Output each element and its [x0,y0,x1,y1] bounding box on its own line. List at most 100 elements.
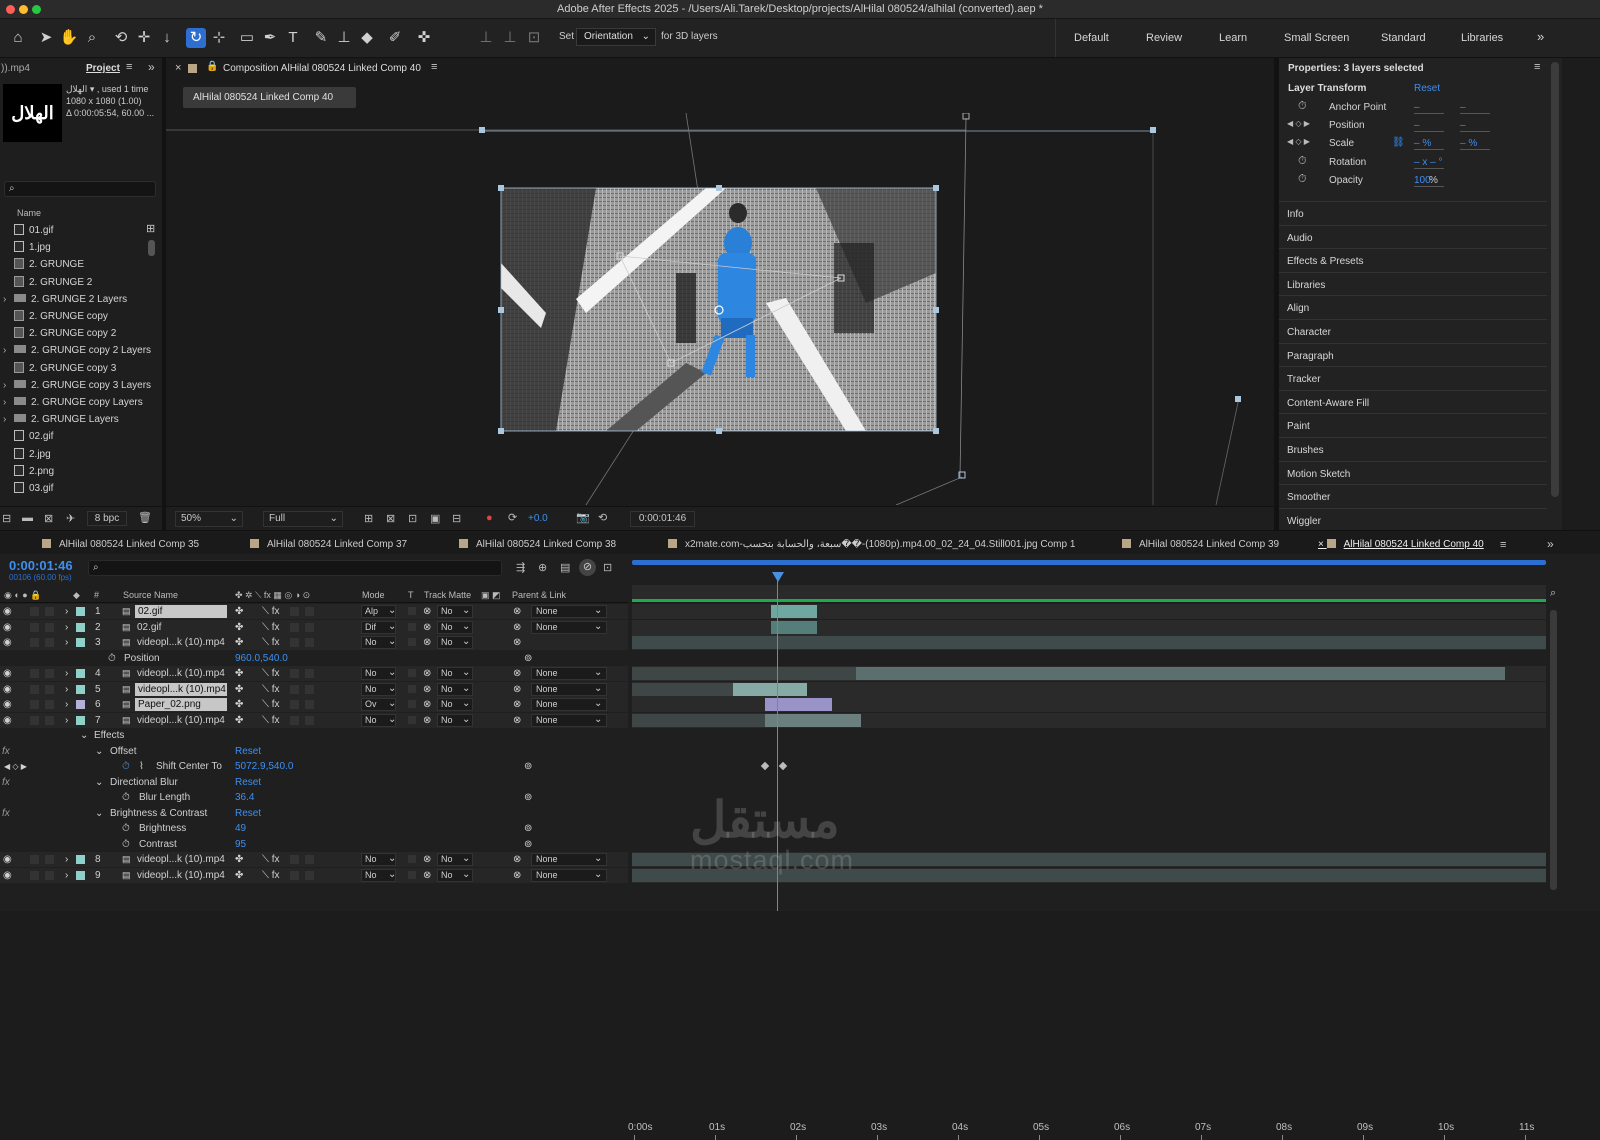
adjustment-switch[interactable] [305,622,314,632]
lock-switch[interactable] [45,855,54,864]
motion-blur-switch[interactable] [290,715,299,725]
adjustment-switch[interactable] [305,607,314,616]
property-row[interactable]: ⏱ Position 960.0,540.0 ⊚ [0,651,628,666]
view-axis-icon[interactable]: ⊡ [524,28,544,48]
parent-pick-whip-icon[interactable]: ⊗ [513,852,521,867]
reset-exposure-icon[interactable]: ⟳ [508,511,517,524]
lock-switch[interactable] [45,715,54,725]
brush-tool-icon[interactable]: ✎ [311,28,331,48]
timeline-tab[interactable]: × AlHilal 080524 Linked Comp 40 [1318,539,1484,550]
minimize-window-icon[interactable] [19,5,28,14]
trash-icon[interactable]: 🗑 [138,511,152,524]
adjustment-switch[interactable] [305,870,314,880]
parent-pick-whip-icon[interactable]: ⊗ [513,868,521,883]
property-row[interactable]: ⏱ Brightness 49 ⊚ [0,821,628,836]
stopwatch-icon[interactable]: ⏱ [1298,155,1307,168]
eraser-tool-icon[interactable]: ◆ [357,28,377,48]
orbit-camera-icon[interactable]: ⟲ [111,28,131,48]
motion-blur-switch[interactable] [290,669,299,678]
label-color-swatch[interactable] [76,684,85,694]
stopwatch-icon[interactable]: ⏱ [1298,173,1307,186]
preserve-transparency-switch[interactable] [408,622,416,631]
preserve-transparency-switch[interactable] [408,684,416,693]
adjustment-switch[interactable] [305,638,314,647]
expand-layer-icon[interactable]: › [65,620,68,635]
pick-whip-icon[interactable]: ⊗ [423,868,431,883]
panel-brushes[interactable]: Brushes [1279,437,1547,460]
type-tool-icon[interactable]: T [283,28,303,48]
lock-switch[interactable] [45,622,54,632]
collapse-icon[interactable]: ⌄ [95,744,103,759]
preserve-transparency-switch[interactable] [408,700,416,708]
project-item[interactable]: 2.png [14,463,54,480]
fx-switch-icon[interactable]: ⟍ fx [262,682,280,697]
pen-tool-icon[interactable]: ✒ [260,28,280,48]
layer-row[interactable]: ◉ › 3 ▤ videopl...k (10).mp4 ✤ ⟍ fx No ⌄ ⊗ No ⌄ ⊗ [0,635,628,650]
shy-switch-icon[interactable]: ✤ [235,682,243,697]
workspace-libraries[interactable]: Libraries [1461,32,1503,44]
layer-duration-bar[interactable] [765,713,861,727]
playhead-handle[interactable] [772,572,784,582]
motion-blur-switch[interactable] [290,638,299,647]
panel-libraries[interactable]: Libraries [1279,271,1547,295]
layer-switches-icon[interactable]: ✤ ✲ ⟍ fx ▦ ◎ ◑ ⊙ [235,590,310,601]
layer-duration-bar[interactable] [632,713,765,727]
expression-pick-whip-icon[interactable]: ⊚ [524,651,532,666]
stopwatch-icon[interactable]: ⏱ [122,790,130,805]
project-item[interactable]: 2. GRUNGE copy 3 [14,360,116,377]
visibility-eye-icon[interactable]: ◉ [3,635,12,650]
close-tab-icon[interactable]: × [1318,539,1327,550]
expand-layer-icon[interactable]: › [65,697,68,712]
pick-whip-icon[interactable]: ⊗ [423,635,431,650]
fx-switch-icon[interactable]: ⟍ fx [262,620,280,635]
project-item[interactable]: 2. GRUNGE [14,256,84,273]
layer-name[interactable]: videopl...k (10).mp4 [135,682,227,696]
layer-name[interactable]: videopl...k (10).mp4 [137,635,225,650]
draft-3d-icon[interactable]: ⊕ [538,561,547,574]
effect-row[interactable]: fx ⌄ Directional Blur Reset [0,775,628,790]
work-area-bar[interactable] [632,560,1546,565]
transform-value-2[interactable]: – [1460,120,1490,133]
solo-switch[interactable] [30,700,39,709]
transform-reset-link[interactable]: Reset [1414,83,1440,94]
parent-pick-whip-icon[interactable]: ⊗ [513,620,521,635]
solo-switch[interactable] [30,855,39,864]
shy-switch-icon[interactable]: ✤ [235,635,243,650]
solo-switch[interactable] [30,607,39,616]
timeline-tab[interactable]: AlHilal 080524 Linked Comp 38 [459,539,616,550]
project-item[interactable]: 2. GRUNGE 2 [14,274,92,291]
preserve-transparency-switch[interactable] [408,638,416,646]
expression-pick-whip-icon[interactable]: ⊚ [524,790,532,805]
layer-duration-bar[interactable] [733,682,807,696]
visibility-eye-icon[interactable]: ◉ [3,666,12,681]
more-workspaces-icon[interactable]: » [1537,29,1544,44]
workspace-standard[interactable]: Standard [1381,32,1426,44]
project-item[interactable]: 1.jpg [14,239,51,256]
comp-timecode[interactable]: 0:00:01:46 [630,511,695,527]
parent-pick-whip-icon[interactable]: ⊗ [513,666,521,681]
timeline-scrollbar[interactable] [1550,610,1557,890]
puppet-pin-icon[interactable]: ✜ [414,28,434,48]
panel-content-aware-fill[interactable]: Content-Aware Fill [1279,389,1547,413]
panel-paint[interactable]: Paint [1279,413,1547,436]
layer-name[interactable]: videopl...k (10).mp4 [137,713,225,728]
transparency-grid-icon[interactable]: ⊠ [386,512,395,525]
timeline-tab[interactable]: AlHilal 080524 Linked Comp 35 [42,539,199,550]
label-color-swatch[interactable] [76,715,85,725]
motion-blur-switch[interactable] [290,607,299,616]
project-item[interactable]: › 2. GRUNGE Layers [3,411,119,428]
shy-switch-icon[interactable]: ✤ [235,697,243,712]
fx-switch-icon[interactable]: ⟍ fx [262,635,280,650]
solo-switch[interactable] [30,638,39,647]
exposure-value[interactable]: +0.0 [528,513,548,524]
stopwatch-icon[interactable]: ⏱ [122,821,130,836]
layer-duration-bar[interactable] [632,667,856,680]
comp-panel-menu-icon[interactable]: ≡ [431,61,437,73]
visibility-eye-icon[interactable]: ◉ [3,604,12,619]
matte-switches-icon[interactable]: ▣ ◩ [481,590,501,601]
expand-arrow-icon[interactable]: › [3,394,6,411]
visibility-eye-icon[interactable]: ◉ [3,852,12,867]
lock-switch[interactable] [45,607,54,616]
motion-blur-switch[interactable] [290,622,299,632]
project-search-input[interactable]: ⌕ [4,181,156,197]
